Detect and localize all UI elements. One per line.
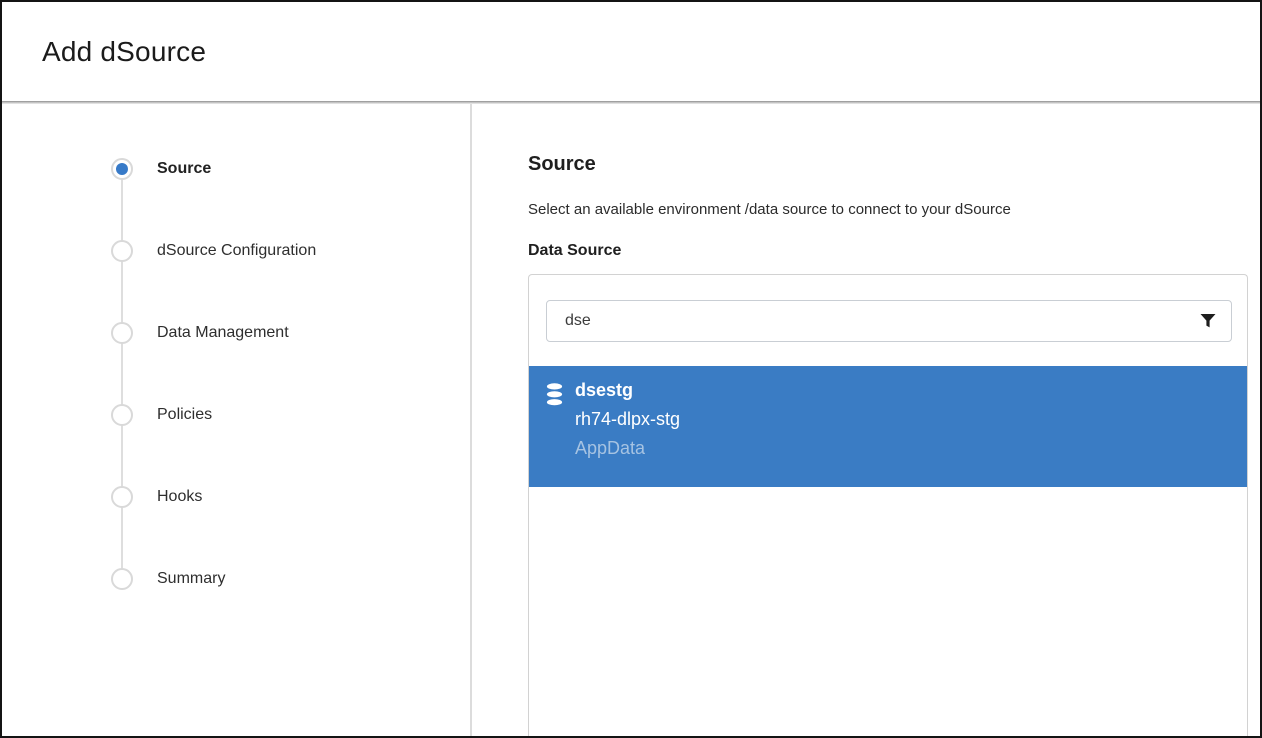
step-label: Policies (157, 406, 212, 424)
wizard-step-hooks[interactable]: Hooks (111, 486, 470, 508)
wizard-step-panel: Source dSource Configuration Data Manage… (2, 104, 472, 736)
step-dot-icon (111, 322, 133, 344)
data-source-environment: rh74-dlpx-stg (575, 408, 1237, 430)
wizard-steps: Source dSource Configuration Data Manage… (2, 104, 470, 590)
step-dot-icon (111, 568, 133, 590)
data-source-name: dsestg (575, 379, 1237, 401)
step-label: Hooks (157, 488, 202, 506)
step-label: dSource Configuration (157, 242, 316, 260)
database-icon (546, 383, 563, 406)
wizard-step-summary[interactable]: Summary (111, 568, 470, 590)
step-dot-icon (111, 486, 133, 508)
dialog-header: Add dSource (2, 2, 1260, 101)
dialog-title: Add dSource (42, 36, 206, 68)
data-source-list-container: dsestg rh74-dlpx-stg AppData (528, 274, 1248, 736)
data-source-filter-box[interactable] (546, 300, 1232, 342)
step-label: Source (157, 160, 211, 178)
step-description: Select an available environment /data so… (528, 201, 1260, 218)
wizard-step-source[interactable]: Source (111, 158, 470, 180)
filter-funnel-icon[interactable] (1199, 312, 1217, 330)
wizard-step-policies[interactable]: Policies (111, 404, 470, 426)
page-title: Source (528, 153, 1260, 176)
data-source-list-item-selected[interactable]: dsestg rh74-dlpx-stg AppData (529, 366, 1247, 487)
data-source-filter-input[interactable] (563, 311, 1199, 331)
step-dot-icon (111, 404, 133, 426)
step-dot-icon (111, 240, 133, 262)
wizard-step-dsource-configuration[interactable]: dSource Configuration (111, 240, 470, 262)
source-step-content: Source Select an available environment /… (472, 104, 1260, 736)
step-label: Summary (157, 570, 225, 588)
wizard-step-data-management[interactable]: Data Management (111, 322, 470, 344)
dialog-body: Source dSource Configuration Data Manage… (2, 104, 1260, 736)
data-source-field-label: Data Source (528, 242, 1260, 260)
data-source-type: AppData (575, 437, 1237, 459)
step-label: Data Management (157, 324, 289, 342)
step-active-dot-icon (111, 158, 133, 180)
step-connector-line (121, 169, 123, 579)
add-dsource-dialog: Add dSource Source dSource Configuration… (0, 0, 1262, 738)
